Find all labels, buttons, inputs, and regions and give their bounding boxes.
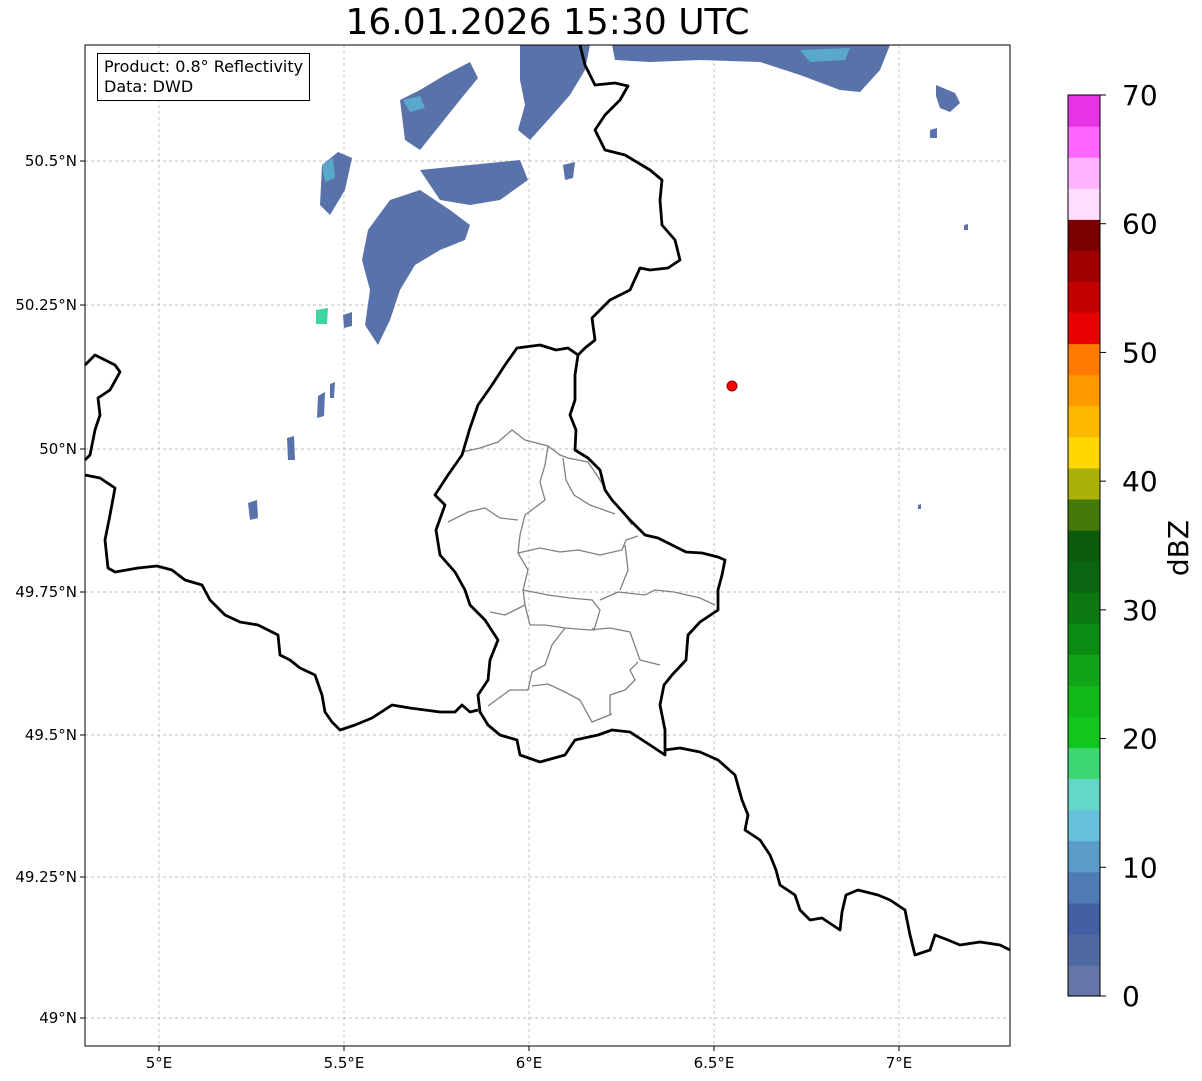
lon-label-6: 6°E <box>516 1054 543 1072</box>
colorbar-swatch <box>1068 312 1100 345</box>
colorbar-swatch <box>1068 716 1100 749</box>
colorbar-swatch <box>1068 343 1100 376</box>
lon-label-5: 5°E <box>146 1054 173 1072</box>
colorbar-swatch <box>1068 592 1100 624</box>
colorbar-swatch <box>1068 747 1100 780</box>
colorbar-swatch <box>1068 374 1100 407</box>
colorbar-swatch <box>1068 685 1100 717</box>
colorbar-tick-label: 50 <box>1122 336 1158 369</box>
colorbar-swatch <box>1068 654 1100 686</box>
colorbar-swatch <box>1068 281 1100 314</box>
colorbar-swatch <box>1068 529 1100 562</box>
lat-label-49-5: 49.5°N <box>25 726 77 744</box>
colorbar-ticks: 0 10 20 30 40 50 60 70 <box>1100 79 1158 1013</box>
colorbar-swatch <box>1068 405 1100 438</box>
colorbar-tick-label: 30 <box>1122 594 1158 627</box>
echo-small-5 <box>287 436 295 460</box>
lat-label-49-75: 49.75°N <box>15 583 77 601</box>
colorbar-swatch <box>1068 809 1100 842</box>
colorbar-tick-label: 40 <box>1122 465 1158 498</box>
colorbar-swatch <box>1068 964 1100 997</box>
colorbar-swatch <box>1068 498 1100 531</box>
lon-label-5-5: 5.5°E <box>324 1054 365 1072</box>
echo-small-3 <box>317 392 325 418</box>
latitude-labels: 50.5°N 50.25°N 50°N 49.75°N 49.5°N 49.25… <box>15 152 77 1027</box>
lat-label-49: 49°N <box>39 1009 77 1027</box>
lat-label-50: 50°N <box>39 440 77 458</box>
colorbar-tick-label: 10 <box>1122 851 1158 884</box>
info-box: Product: 0.8° Reflectivity Data: DWD <box>97 53 311 101</box>
colorbar-tick-label: 0 <box>1122 980 1140 1013</box>
station-marker[interactable] <box>726 380 738 392</box>
colorbar-swatch <box>1068 219 1100 251</box>
colorbar-swatch <box>1068 126 1100 158</box>
colorbar-tick-label: 60 <box>1122 208 1158 241</box>
radar-map[interactable]: 5°E 5.5°E 6°E 6.5°E 7°E 50.5°N 50.25°N 5… <box>0 0 1202 1081</box>
colorbar-swatch <box>1068 902 1100 935</box>
lat-label-49-25: 49.25°N <box>15 868 77 886</box>
colorbar-swatches <box>1068 95 1100 997</box>
lon-label-7: 7°E <box>886 1054 913 1072</box>
colorbar-title: dBZ <box>1162 520 1195 576</box>
product-label: Product: 0.8° Reflectivity <box>104 57 304 76</box>
echo-small-7 <box>964 224 968 230</box>
map-background <box>85 45 1010 1046</box>
echo-teal-spot <box>316 308 328 324</box>
colorbar-swatch <box>1068 871 1100 904</box>
colorbar-swatch <box>1068 840 1100 873</box>
colorbar-swatch <box>1068 778 1100 811</box>
colorbar-swatch <box>1068 188 1100 220</box>
colorbar-swatch <box>1068 933 1100 966</box>
colorbar-swatch <box>1068 157 1100 189</box>
colorbar-swatch <box>1068 561 1100 593</box>
colorbar-swatch <box>1068 467 1100 500</box>
colorbar-swatch <box>1068 95 1100 127</box>
colorbar-swatch <box>1068 623 1100 655</box>
data-source-label: Data: DWD <box>104 77 194 96</box>
longitude-labels: 5°E 5.5°E 6°E 6.5°E 7°E <box>146 1054 913 1072</box>
colorbar-swatch <box>1068 250 1100 283</box>
lat-label-50-5: 50.5°N <box>25 152 77 170</box>
colorbar: 0 10 20 30 40 50 60 70 dBZ <box>1067 79 1195 1013</box>
colorbar-tick-label: 70 <box>1122 79 1158 112</box>
colorbar-tick-label: 20 <box>1122 723 1158 756</box>
colorbar-swatch <box>1068 436 1100 469</box>
lat-label-50-25: 50.25°N <box>15 296 77 314</box>
lon-label-6-5: 6.5°E <box>694 1054 735 1072</box>
